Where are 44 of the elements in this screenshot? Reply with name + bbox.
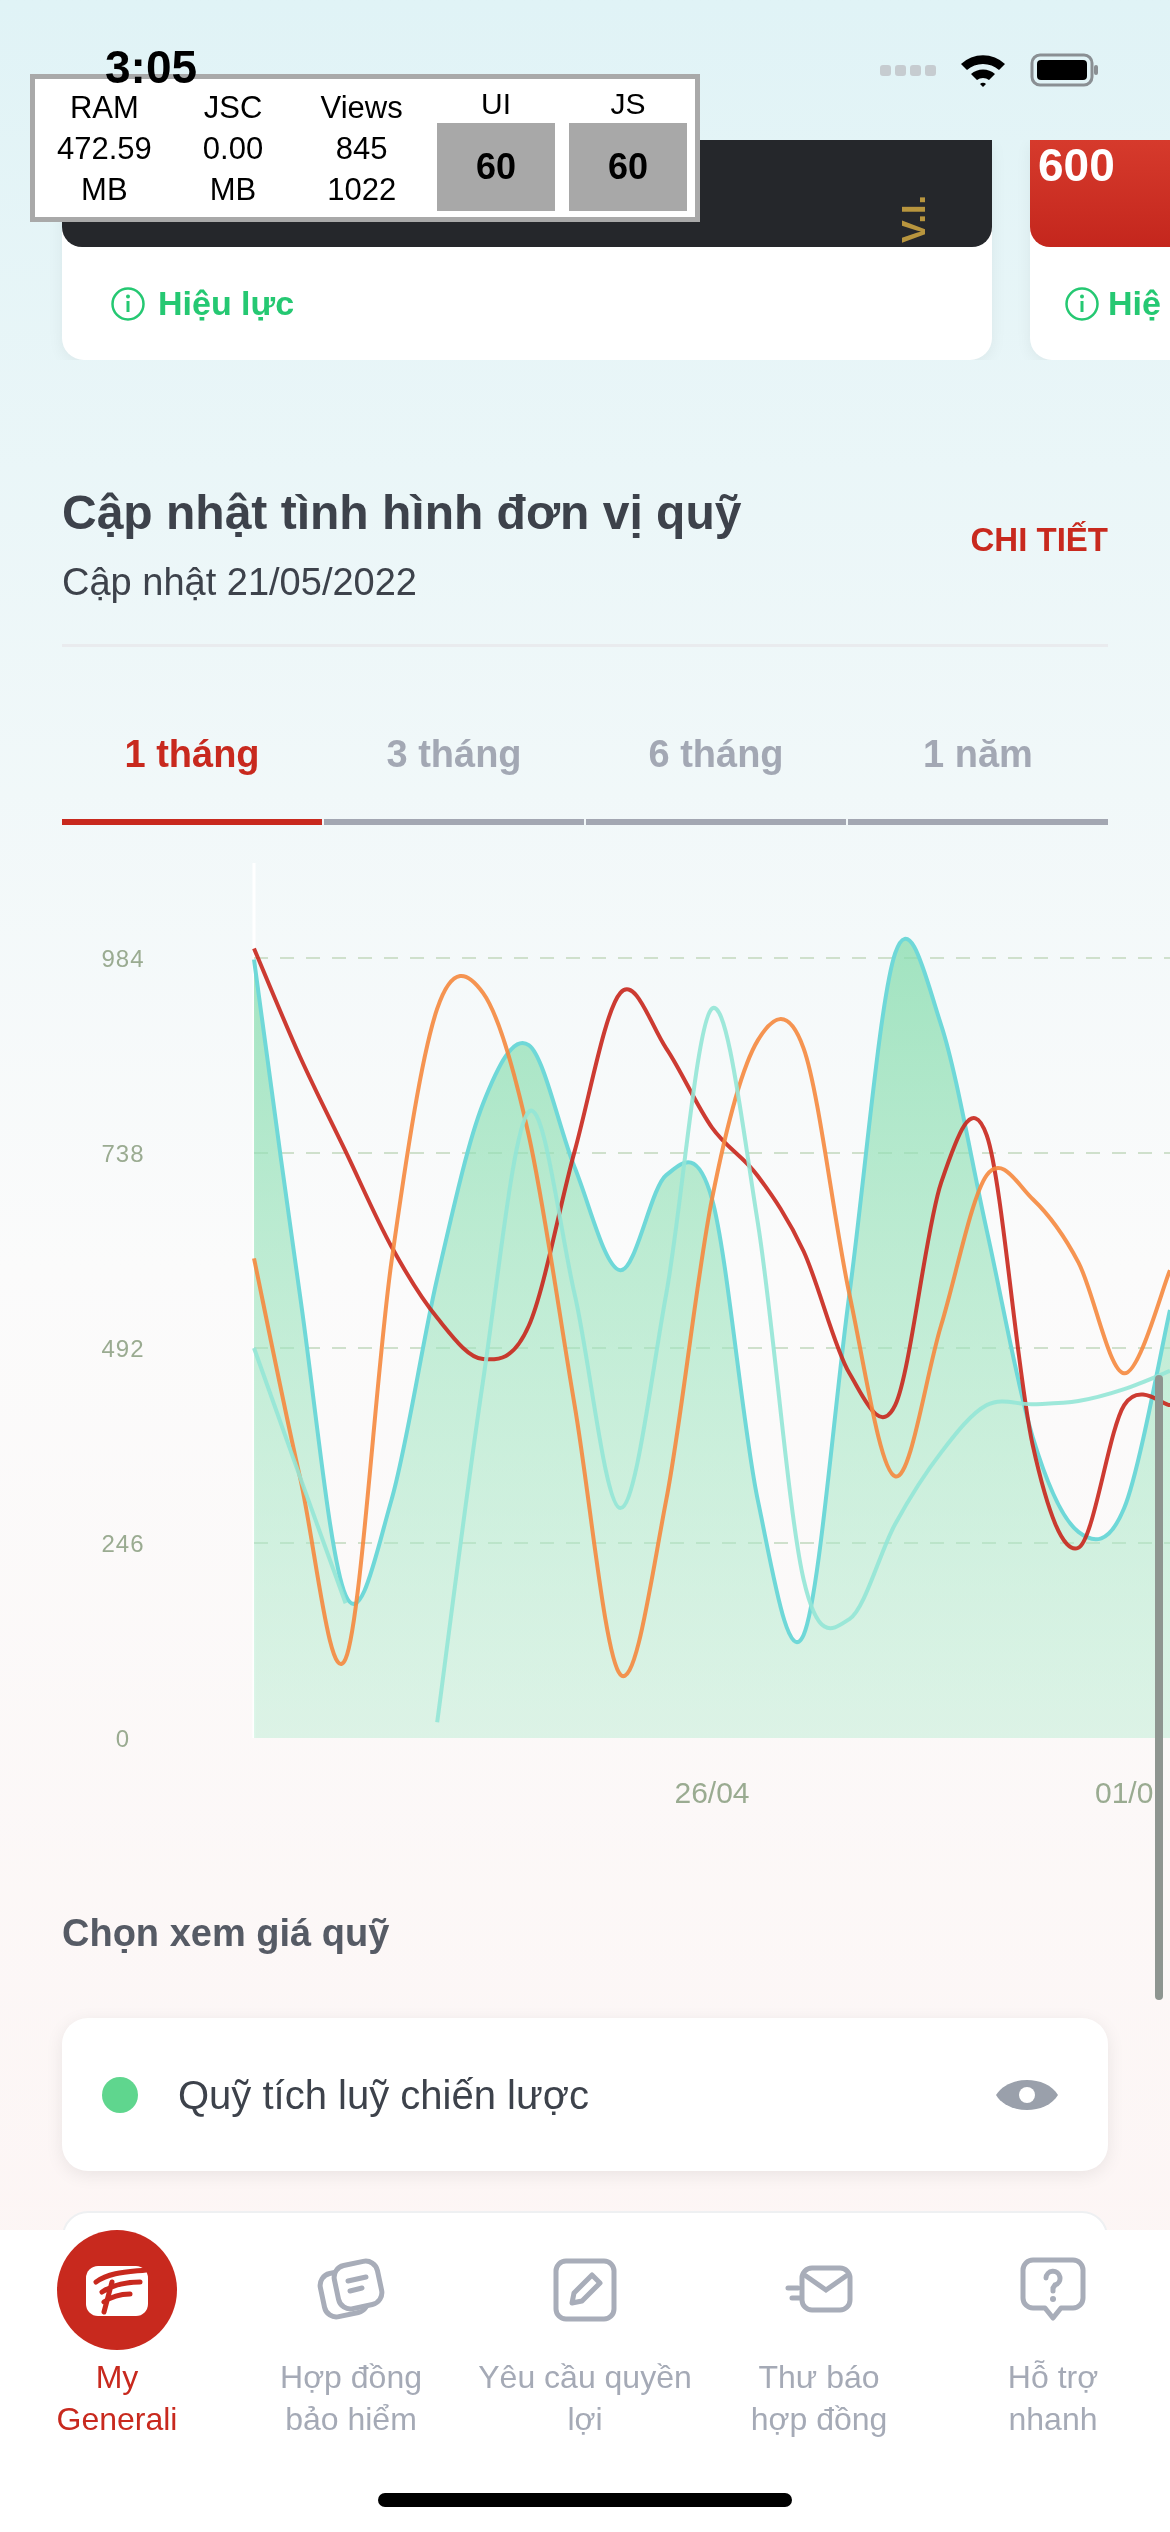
stat-value: MB (209, 170, 257, 209)
signal-icon (880, 63, 936, 77)
nav-tab[interactable]: Hỗ trợ nhanh (936, 2230, 1170, 2532)
fps-label: UI (481, 86, 511, 122)
nav-tab[interactable]: Thư báo hợp đồng (702, 2230, 936, 2532)
nav-tab[interactable]: Yêu cầu quyền lợi (468, 2230, 702, 2532)
period-tab[interactable]: 3 tháng (324, 729, 584, 825)
fund-option[interactable]: Quỹ tích luỹ chiến lược (62, 2018, 1108, 2171)
details-link[interactable]: CHI TIẾT (970, 515, 1108, 565)
section-title: Chọn xem giá quỹ (62, 1911, 391, 1956)
y-axis-label: 984 (101, 944, 145, 972)
period-tab[interactable]: 1 năm (848, 729, 1108, 825)
status-label: Hiệu lực (158, 283, 295, 324)
y-axis-label: 738 (101, 1139, 145, 1167)
y-axis-label: 492 (101, 1335, 145, 1362)
y-axis-label: 0 (115, 1725, 131, 1752)
stat-label: RAM (69, 88, 139, 127)
fund-name: Quỹ tích luỹ chiến lược (178, 2071, 590, 2119)
info-icon (1064, 285, 1100, 322)
info-icon (110, 285, 146, 322)
y-axis-label: 246 (101, 1530, 145, 1557)
update-date: Cập nhật 21/05/2022 (62, 560, 418, 605)
fps-label: JS (610, 86, 646, 122)
section-title: Cập nhật tình hình đơn vị quỹ (62, 485, 742, 541)
period-tab[interactable]: 6 tháng (586, 729, 846, 825)
stat-value: 1022 (327, 170, 397, 209)
fps-value: 60 (569, 123, 687, 211)
card-label: V.I. (896, 194, 930, 245)
status-label: Hiệ (1108, 283, 1161, 324)
policy-card[interactable]: 600 Hiệ (1030, 140, 1170, 360)
x-axis-label: 26/04 (674, 1776, 750, 1809)
period-tab[interactable]: 1 tháng (62, 729, 322, 825)
stat-label: JSC (203, 88, 263, 127)
mail-icon (784, 2264, 854, 2316)
fps-value: 60 (437, 123, 555, 211)
help-chat-icon (1019, 2256, 1087, 2324)
x-axis-label: 01/0 (1095, 1776, 1154, 1809)
status-time: 3:05 (105, 44, 198, 90)
battery-icon (1030, 53, 1100, 87)
stat-label: Views (320, 88, 403, 127)
stat-value: MB (81, 170, 128, 209)
card-amount: 600 (1038, 140, 1116, 188)
nav-tab[interactable]: My Generali (0, 2230, 234, 2532)
edit-icon (552, 2257, 618, 2323)
